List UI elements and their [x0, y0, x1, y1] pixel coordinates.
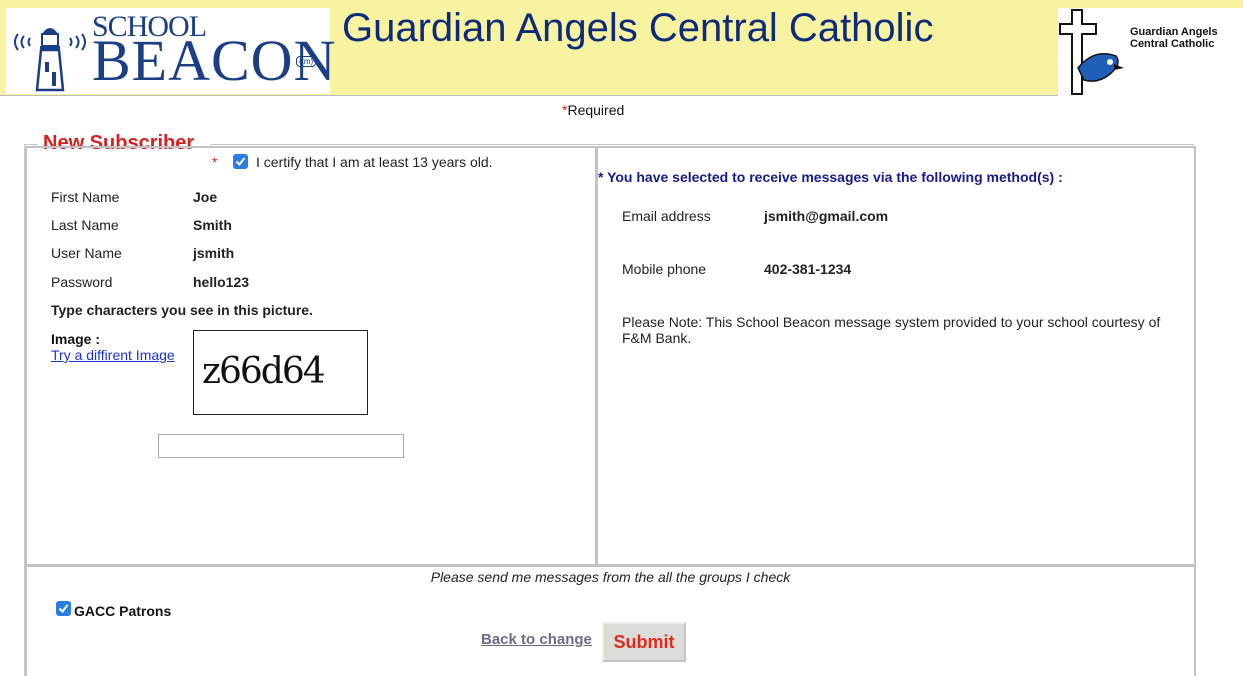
- group-gacc-patrons-label: GACC Patrons: [74, 603, 172, 619]
- school-beacon-logo: SCHOOL BEACON (tm): [6, 8, 335, 94]
- password-label: Password: [51, 274, 113, 290]
- captcha-input[interactable]: [158, 434, 404, 458]
- school-crest: Guardian Angels Central Catholic: [1058, 8, 1243, 96]
- required-note: *Required: [562, 102, 625, 118]
- delivery-methods-title: * You have selected to receive messages …: [598, 169, 1063, 185]
- user-name-value: jsmith: [193, 245, 235, 261]
- last-name-value: Smith: [193, 217, 232, 233]
- checkmark-icon: [58, 604, 69, 614]
- email-value: jsmith@gmail.com: [764, 208, 889, 224]
- groups-prompt: Please send me messages from the all the…: [430, 569, 791, 585]
- certify-age-label: I certify that I am at least 13 years ol…: [256, 154, 493, 170]
- school-title: Guardian Angels Central Catholic: [342, 6, 934, 50]
- crest-name: Guardian Angels Central Catholic: [1130, 26, 1218, 50]
- checkmark-icon: [235, 157, 246, 167]
- sponsor-note: Please Note: This School Beacon message …: [622, 314, 1161, 346]
- fieldset-border: [24, 144, 38, 145]
- fieldset-border: [210, 144, 1194, 145]
- submit-button[interactable]: Submit: [602, 622, 686, 662]
- password-value: hello123: [193, 274, 250, 290]
- last-name-label: Last Name: [51, 217, 119, 233]
- captcha-image-text: z66d64: [202, 351, 326, 392]
- try-different-image-link[interactable]: Try a diffirent Image: [51, 347, 175, 363]
- group-gacc-patrons-checkbox[interactable]: [56, 601, 71, 616]
- cross-bird-icon: [1059, 9, 1124, 95]
- captcha-prompt: Type characters you see in this picture.: [51, 302, 313, 318]
- email-label: Email address: [622, 208, 711, 224]
- back-to-change-link[interactable]: Back to change: [481, 631, 592, 648]
- required-star: *: [212, 154, 218, 170]
- captcha-image-label: Image :: [51, 331, 101, 347]
- first-name-label: First Name: [51, 189, 120, 205]
- certify-age-checkbox[interactable]: [233, 154, 248, 169]
- captcha-image: z66d64: [193, 330, 368, 415]
- page-header: SCHOOL BEACON (tm) Guardian Angels Centr…: [0, 0, 1243, 96]
- lighthouse-icon: [14, 28, 86, 92]
- user-name-label: User Name: [51, 245, 122, 261]
- mobile-phone-value: 402-381-1234: [764, 261, 852, 277]
- logo-trademark: (tm): [296, 56, 317, 67]
- first-name-value: Joe: [193, 189, 218, 205]
- mobile-phone-label: Mobile phone: [622, 261, 707, 277]
